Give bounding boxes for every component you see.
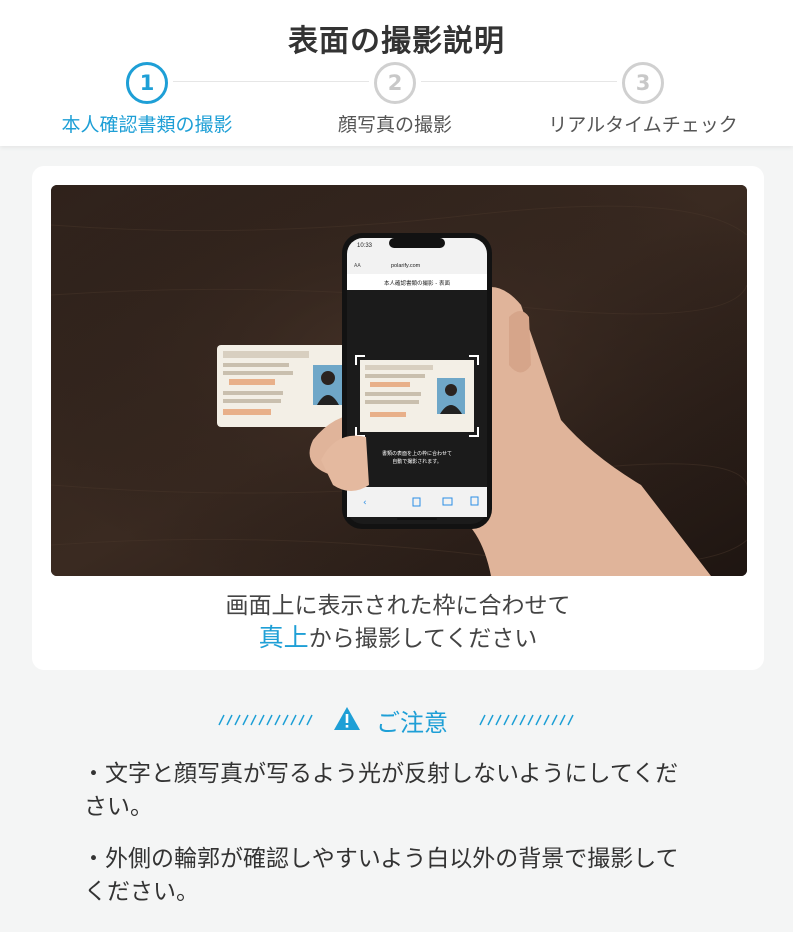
instruction-line-2: 真上から撮影してください — [32, 618, 764, 654]
step-number: 3 — [622, 62, 664, 104]
phone-time: 10:33 — [357, 243, 373, 249]
notice-item-1: ・文字と顔写真が写るよう光が反射しないようにしてくだ さい。 — [82, 758, 722, 824]
step-number: 2 — [374, 62, 416, 104]
notice-item-line: ・文字と顔写真が写るよう光が反射しないようにしてくだ — [82, 761, 679, 787]
warning-icon — [334, 707, 360, 730]
back-icon: ‹ — [363, 498, 367, 508]
step-label: 本人確認書類の撮影 — [61, 114, 233, 136]
phone-screen-title: 本人確認書類の撮影 - 表面 — [384, 279, 450, 287]
page-title: 表面の撮影説明 — [288, 24, 505, 59]
step-label: リアルタイムチェック — [548, 114, 738, 136]
notice-item-2: ・外側の輪郭が確認しやすいよう白以外の背景で撮影して ください。 — [82, 843, 722, 909]
notice-item-line: さい。 — [84, 794, 153, 820]
phone-instruction-1: 書類の表面を上の枠に合わせて — [382, 450, 452, 457]
step-2: 2 顔写真の撮影 — [280, 62, 510, 137]
notice-item-line: ・外側の輪郭が確認しやすいよう白以外の背景で撮影して — [82, 846, 679, 872]
step-label: 顔写真の撮影 — [337, 114, 452, 136]
step-number: 1 — [126, 62, 168, 104]
phone-instruction-2: 自動で撮影されます。 — [392, 458, 442, 465]
hatch-decoration-right — [479, 714, 574, 726]
instruction-highlight: 真上 — [258, 623, 309, 652]
instruction-card: 10:33 AA polarify.com 本人確認書類の撮影 - 表面 書類の… — [32, 166, 764, 670]
header: 表面の撮影説明 1 本人確認書類の撮影 2 顔写真の撮影 3 リアルタイムチェッ… — [0, 0, 793, 146]
phone-scan-illustration: 10:33 AA polarify.com 本人確認書類の撮影 - 表面 書類の… — [51, 185, 747, 576]
notice-title: ご注意 — [376, 709, 448, 737]
id-card-icon — [217, 345, 349, 427]
step-3: 3 リアルタイムチェック — [528, 62, 758, 137]
phone-url: polarify.com — [391, 263, 421, 269]
phone-aa: AA — [354, 263, 361, 269]
instruction-photo: 10:33 AA polarify.com 本人確認書類の撮影 - 表面 書類の… — [51, 185, 747, 576]
hatch-decoration-left — [218, 714, 313, 726]
instruction-line-2-rest: から撮影してください — [308, 626, 538, 652]
step-1: 1 本人確認書類の撮影 — [32, 62, 262, 137]
notice-item-line: ください。 — [84, 879, 199, 905]
notice-header: ご注意 — [0, 703, 793, 737]
instruction-line-1: 画面上に表示された枠に合わせて — [225, 593, 571, 619]
